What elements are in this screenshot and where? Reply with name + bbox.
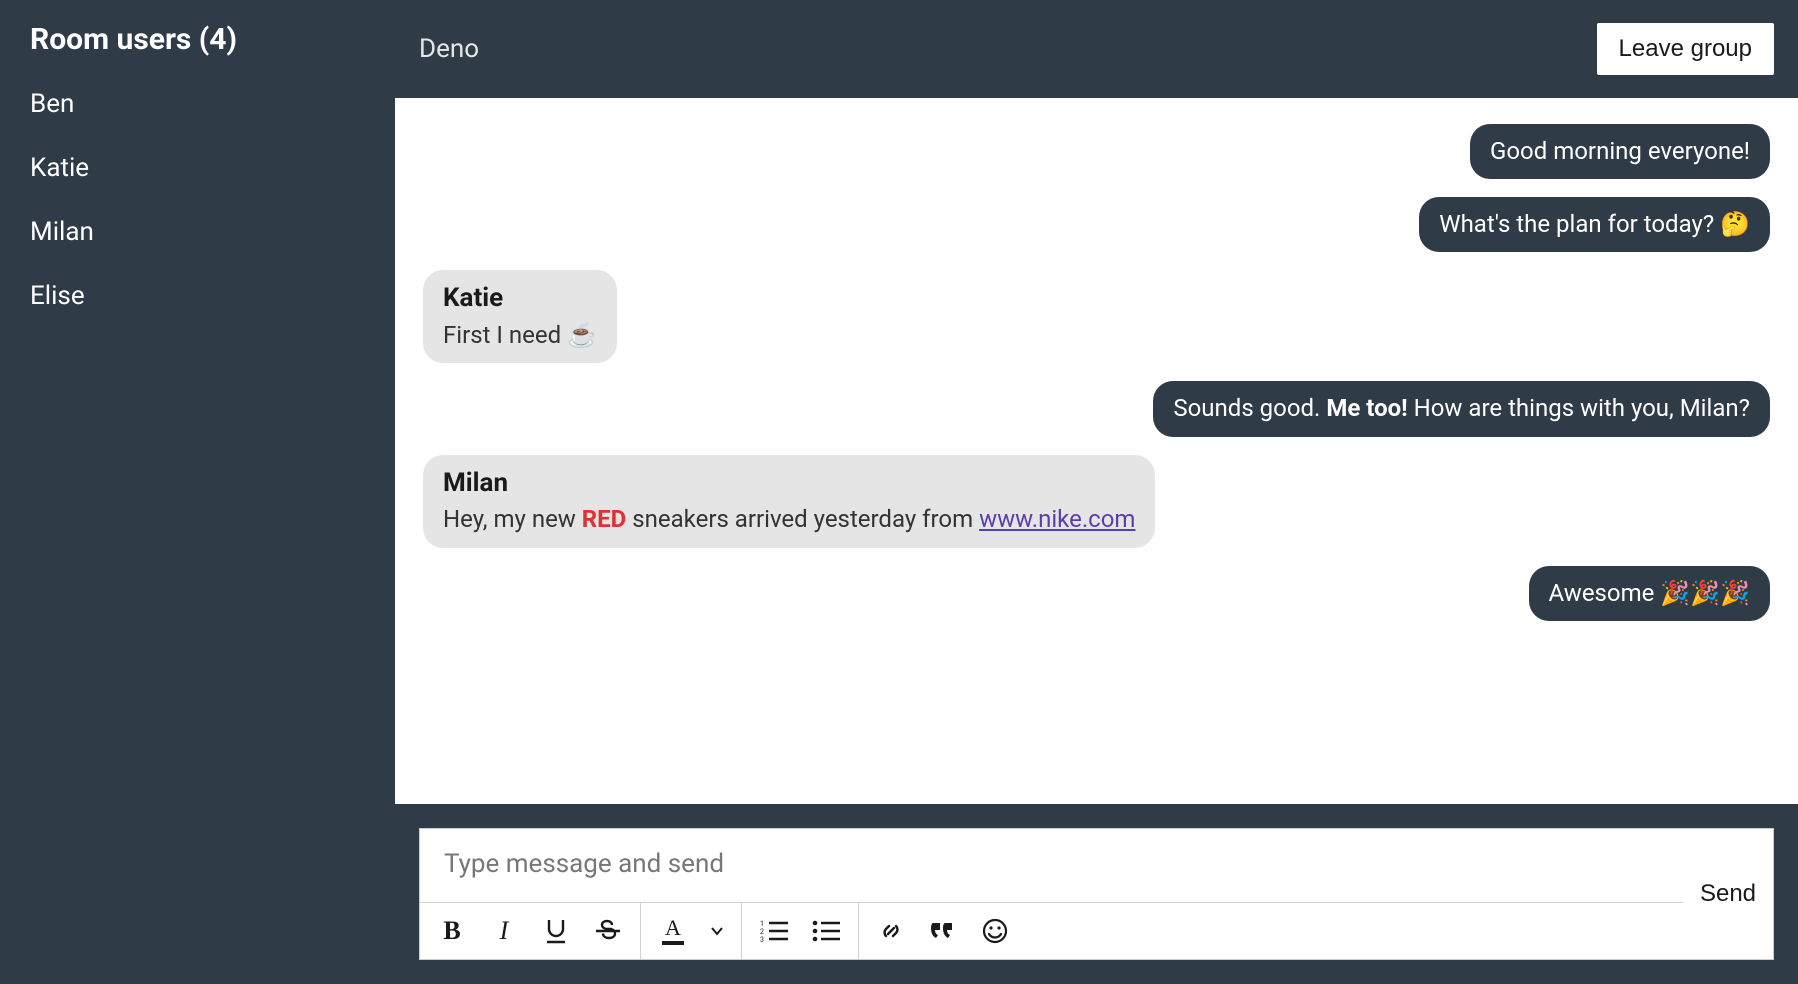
message-row: What's the plan for today? 🤔 [423,197,1770,252]
svg-text:2: 2 [760,928,764,936]
bold-button[interactable]: B [426,909,478,953]
message-body: Good morning everyone! [1490,137,1750,165]
message-text-segment: How are things with you, Milan? [1408,394,1750,422]
message-text-segment: Me too! [1326,394,1407,422]
emoji-icon [982,918,1008,944]
toolbar-group-insert [859,903,1027,959]
bold-icon: B [443,916,460,946]
ordered-list-icon: 1 2 3 [760,919,788,943]
message-row: Katie First I need ☕ [423,270,1770,363]
main-column: Deno Leave group Good morning everyone! W… [395,0,1798,984]
message-row: Milan Hey, my new RED sneakers arrived ye… [423,455,1770,548]
format-toolbar: B I A [420,903,1683,959]
app-root: Room users (4) Ben Katie Milan Elise Deno L… [0,0,1798,984]
message-link[interactable]: www.nike.com [979,505,1135,533]
leave-group-button[interactable]: Leave group [1597,23,1774,75]
sidebar-user-item[interactable]: Elise [30,281,365,311]
emoji-button[interactable] [969,909,1021,953]
own-message-bubble: What's the plan for today? 🤔 [1419,197,1770,252]
message-row: Good morning everyone! [423,124,1770,179]
composer-area: B I A [395,804,1798,984]
message-input[interactable] [420,829,1683,903]
sidebar-user-item[interactable]: Milan [30,217,365,247]
quote-icon [930,920,956,942]
other-message-bubble: Milan Hey, my new RED sneakers arrived ye… [423,455,1155,548]
sidebar: Room users (4) Ben Katie Milan Elise [0,0,395,984]
room-name: Deno [419,34,479,64]
message-row: Sounds good. Me too! How are things with… [423,381,1770,436]
italic-button[interactable]: I [478,909,530,953]
message-text-segment: RED [582,505,626,533]
strikethrough-button[interactable] [582,909,634,953]
message-body: First I need ☕ [443,321,597,349]
font-color-dropdown-button[interactable] [699,909,735,953]
toolbar-group-text-style: B I [420,903,641,959]
send-button[interactable]: Send [1683,829,1773,959]
ordered-list-button[interactable]: 1 2 3 [748,909,800,953]
message-text-segment: Hey, my new [443,505,582,533]
composer: B I A [419,828,1774,960]
chevron-down-icon [710,924,724,938]
message-body: What's the plan for today? 🤔 [1439,210,1750,238]
own-message-bubble: Good morning everyone! [1470,124,1770,179]
strikethrough-icon [595,918,621,944]
font-color-icon: A [662,917,684,945]
blockquote-button[interactable] [917,909,969,953]
svg-text:1: 1 [760,920,764,928]
underline-icon [544,918,568,944]
message-text-segment: Sounds good. [1173,394,1326,422]
chat-header: Deno Leave group [395,0,1798,98]
link-icon [878,918,904,944]
unordered-list-icon [812,919,840,943]
font-color-button[interactable]: A [647,909,699,953]
sidebar-user-item[interactable]: Katie [30,153,365,183]
message-body: Awesome 🎉🎉🎉 [1549,579,1750,607]
own-message-bubble: Awesome 🎉🎉🎉 [1529,566,1770,621]
italic-icon: I [500,916,509,946]
sidebar-title: Room users (4) [30,22,365,57]
message-author: Milan [443,467,1135,501]
message-body: Hey, my new RED sneakers arrived yesterd… [443,505,1135,533]
unordered-list-button[interactable] [800,909,852,953]
message-list[interactable]: Good morning everyone! What's the plan fo… [395,98,1798,804]
own-message-bubble: Sounds good. Me too! How are things with… [1153,381,1770,436]
message-author: Katie [443,282,597,316]
underline-button[interactable] [530,909,582,953]
message-body: Sounds good. Me too! How are things with… [1173,394,1750,422]
user-list: Ben Katie Milan Elise [30,89,365,311]
toolbar-group-lists: 1 2 3 [742,903,859,959]
link-button[interactable] [865,909,917,953]
sidebar-user-item[interactable]: Ben [30,89,365,119]
other-message-bubble: Katie First I need ☕ [423,270,617,363]
message-text-segment: sneakers arrived yesterday from [626,505,979,533]
message-row: Awesome 🎉🎉🎉 [423,566,1770,621]
toolbar-group-color: A [641,903,742,959]
editor-column: B I A [420,829,1683,959]
svg-text:3: 3 [760,936,764,943]
